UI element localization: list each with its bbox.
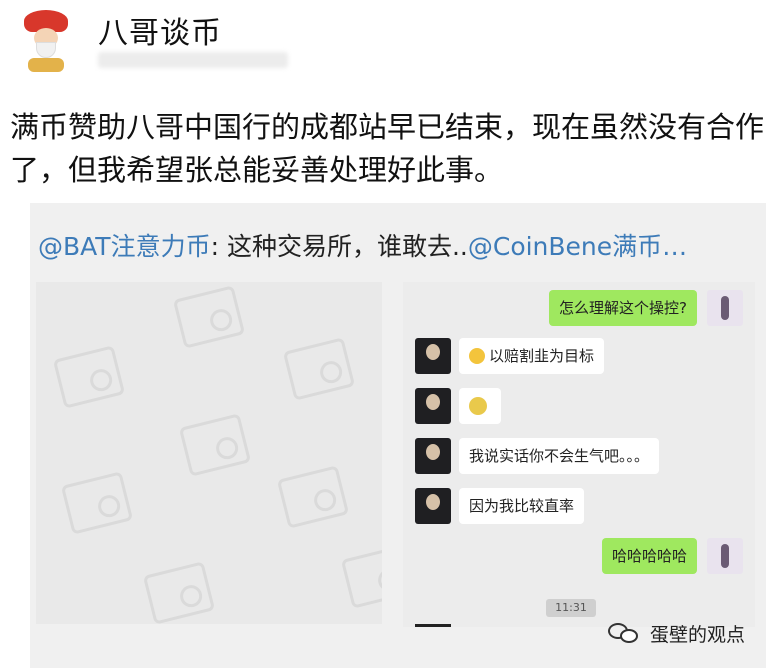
chat-bubble-in [459,388,501,424]
author-avatar[interactable] [14,4,78,80]
contact-avatar [415,338,451,374]
contact-avatar [415,488,451,524]
avatar-base [28,58,64,72]
image-placeholder-icon [172,285,246,349]
chat-bubble-in: 因为我比较直率 [459,488,585,524]
avatar-beard [36,42,56,58]
mention-bat[interactable]: @BAT注意力币 [38,232,211,261]
chat-bubble-in: 我说实话你不会生气吧。。。 [459,438,660,474]
chat-bubble-text: 以赔割韭为目标 [489,347,595,365]
watermark: 蛋壁的观点 [606,616,745,650]
image-placeholder-icon [340,545,382,609]
mention-coinbene[interactable]: @CoinBene满币… [468,232,687,261]
user-avatar [707,538,743,574]
repost-card[interactable]: @BAT注意力币: 这种交易所，谁敢去..@CoinBene满币… 怎么理解这个… [30,203,766,668]
emoji-sticker-icon [469,397,487,415]
author-name[interactable]: 八哥谈币 [98,8,222,52]
blurred-meta [98,52,288,68]
image-placeholder-icon [178,413,252,477]
chat-bubble-in: 以赔割韭为目标 [459,338,605,374]
image-placeholder[interactable] [36,282,382,624]
repost-line: @BAT注意力币: 这种交易所，谁敢去..@CoinBene满币… [38,227,687,263]
image-placeholder-icon [60,471,134,535]
post-text: 满币赞助八哥中国行的成都站早已结束，现在虽然没有合作了，但我希望张总能妥善处理好… [10,110,765,187]
repost-middle-text: : 这种交易所，谁敢去.. [210,232,468,261]
user-avatar [707,290,743,326]
watermark-text: 蛋壁的观点 [650,623,746,646]
image-placeholder-icon [276,465,350,529]
image-placeholder-icon [282,337,356,401]
contact-avatar [415,388,451,424]
chat-timestamp: 11:31 [546,599,596,617]
chat-divider [415,624,451,627]
image-placeholder-icon [142,561,216,624]
chat-screenshot[interactable]: 怎么理解这个操控? 以赔割韭为目标 我说实话你不会生气吧。。。 因为我比较直率 … [403,282,755,627]
smile-emoji-icon [469,348,485,364]
wechat-icon [606,619,642,647]
chat-bubble-out: 哈哈哈哈哈 [601,538,697,574]
chat-bubble-out: 怎么理解这个操控? [549,290,697,326]
image-placeholder-icon [52,345,126,409]
contact-avatar [415,438,451,474]
